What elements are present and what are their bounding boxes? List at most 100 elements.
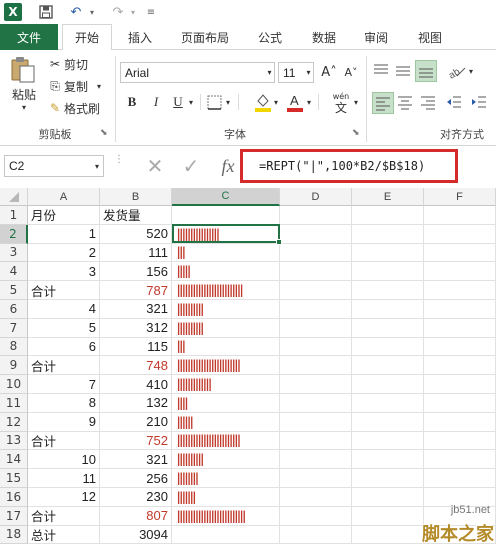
cell-f[interactable]	[424, 224, 496, 244]
phonetic-guide-icon[interactable]: 文	[334, 101, 348, 115]
row-header[interactable]: 10	[0, 375, 28, 394]
cell-b[interactable]: 752	[100, 431, 172, 451]
cell-a[interactable]: 合计	[28, 506, 100, 526]
undo-dropdown-icon[interactable]: ▾	[87, 3, 97, 21]
cell-a[interactable]: 合计	[28, 356, 100, 376]
cell-f[interactable]	[424, 450, 496, 470]
name-box-dropdown-icon[interactable]: ▾	[92, 155, 102, 177]
row-header[interactable]: 16	[0, 488, 28, 507]
cut-button[interactable]: 剪切	[64, 56, 96, 72]
align-center-icon[interactable]	[396, 94, 414, 112]
copy-button[interactable]: 复制	[64, 78, 96, 94]
insert-function-icon[interactable]: fx	[214, 152, 242, 180]
cell-b[interactable]: 321	[100, 300, 172, 319]
tab-review[interactable]: 审阅	[356, 24, 396, 50]
cell-f[interactable]	[424, 281, 496, 300]
cell-d[interactable]	[280, 356, 352, 376]
cell-a[interactable]: 3	[28, 262, 100, 282]
cell-f[interactable]	[424, 337, 496, 357]
cell-c-bar[interactable]: ||||||||||	[172, 450, 280, 470]
cell-c-bar[interactable]: |||||||	[172, 488, 280, 507]
cell-b[interactable]: 115	[100, 337, 172, 357]
cell-b[interactable]: 807	[100, 506, 172, 526]
cell-a[interactable]: 合计	[28, 281, 100, 300]
cell-c-bar[interactable]: ||||||||	[172, 469, 280, 488]
cell-c-bar[interactable]: ||||||||||	[172, 300, 280, 319]
cell-e[interactable]	[352, 337, 424, 357]
paste-icon[interactable]	[8, 56, 38, 83]
borders-icon[interactable]	[206, 94, 224, 111]
cell-d[interactable]	[280, 224, 352, 244]
underline-dropdown-icon[interactable]: ▾	[187, 92, 195, 112]
name-box[interactable]: C2	[4, 155, 104, 177]
cell-c-bar[interactable]: |||	[172, 337, 280, 357]
font-color-icon[interactable]: A	[286, 92, 304, 112]
cell-e[interactable]	[352, 469, 424, 488]
cell-a[interactable]: 4	[28, 300, 100, 319]
middle-align-icon[interactable]	[394, 62, 412, 80]
cell-d[interactable]	[280, 243, 352, 263]
tab-view[interactable]: 视图	[410, 24, 450, 50]
fill-handle[interactable]	[276, 239, 282, 245]
cell-b[interactable]: 520	[100, 224, 172, 244]
tab-insert[interactable]: 插入	[120, 24, 160, 50]
cell-c-bar[interactable]	[172, 525, 280, 545]
redo-icon[interactable]: ↷	[108, 3, 128, 21]
align-left-icon[interactable]	[372, 92, 394, 114]
cell-a[interactable]: 10	[28, 450, 100, 470]
cell-d[interactable]	[280, 450, 352, 470]
tab-page-layout[interactable]: 页面布局	[170, 24, 240, 50]
top-align-icon[interactable]	[372, 62, 390, 80]
bold-button[interactable]: B	[124, 92, 140, 112]
fill-color-icon[interactable]	[254, 92, 272, 112]
tab-formulas[interactable]: 公式	[250, 24, 290, 50]
cell-e[interactable]	[352, 488, 424, 507]
row-header[interactable]: 12	[0, 412, 28, 432]
cell-f[interactable]	[424, 262, 496, 282]
column-header-c[interactable]: C	[172, 188, 280, 206]
row-header[interactable]: 11	[0, 394, 28, 413]
borders-dropdown-icon[interactable]: ▾	[224, 92, 232, 112]
cell-c-bar[interactable]: |||||||||||||||||||||||||	[172, 281, 280, 300]
row-header[interactable]: 1	[0, 206, 28, 225]
cell-d[interactable]	[280, 431, 352, 451]
cell-a[interactable]: 总计	[28, 525, 100, 545]
font-name-dropdown-icon[interactable]: ▾	[264, 62, 275, 83]
row-header[interactable]: 4	[0, 262, 28, 282]
italic-button[interactable]: I	[148, 92, 164, 112]
cell-a[interactable]: 9	[28, 412, 100, 432]
cell-d[interactable]	[280, 525, 352, 545]
cell-d[interactable]	[280, 337, 352, 357]
cell-f[interactable]	[424, 356, 496, 376]
grow-font-button[interactable]: A˄	[320, 62, 338, 83]
tab-file[interactable]: 文件	[0, 24, 58, 50]
column-header-d[interactable]: D	[280, 188, 352, 206]
increase-indent-icon[interactable]	[470, 94, 488, 112]
cell-a[interactable]: 7	[28, 375, 100, 394]
cell-b[interactable]: 410	[100, 375, 172, 394]
cell-f[interactable]	[424, 243, 496, 263]
cell-b[interactable]: 132	[100, 394, 172, 413]
phonetic-dropdown-icon[interactable]: ▾	[352, 92, 360, 112]
cancel-icon[interactable]: ✕	[142, 154, 168, 178]
row-header[interactable]: 5	[0, 281, 28, 300]
cell-e[interactable]	[352, 431, 424, 451]
paste-button[interactable]: 粘贴	[8, 86, 40, 102]
cell-e[interactable]	[352, 450, 424, 470]
cell-d[interactable]	[280, 506, 352, 526]
format-painter-button[interactable]: 格式刷	[64, 100, 108, 116]
cell-e[interactable]	[352, 375, 424, 394]
shrink-font-button[interactable]: A˅	[342, 62, 360, 83]
cell-c-bar[interactable]: |||	[172, 243, 280, 263]
formula-input[interactable]: =REPT("|",100*B2/$B$18)	[240, 149, 458, 183]
cell-c-bar[interactable]: |||||	[172, 262, 280, 282]
save-icon[interactable]	[36, 3, 56, 21]
cell-b[interactable]: 256	[100, 469, 172, 488]
cell-b[interactable]: 748	[100, 356, 172, 376]
undo-icon[interactable]: ↶	[66, 3, 86, 21]
cell-f[interactable]	[424, 375, 496, 394]
row-header[interactable]: 9	[0, 356, 28, 376]
clipboard-launcher-icon[interactable]: ⬊	[100, 128, 110, 138]
cell-c-bar[interactable]	[172, 206, 280, 225]
fill-color-dropdown-icon[interactable]: ▾	[272, 92, 280, 112]
